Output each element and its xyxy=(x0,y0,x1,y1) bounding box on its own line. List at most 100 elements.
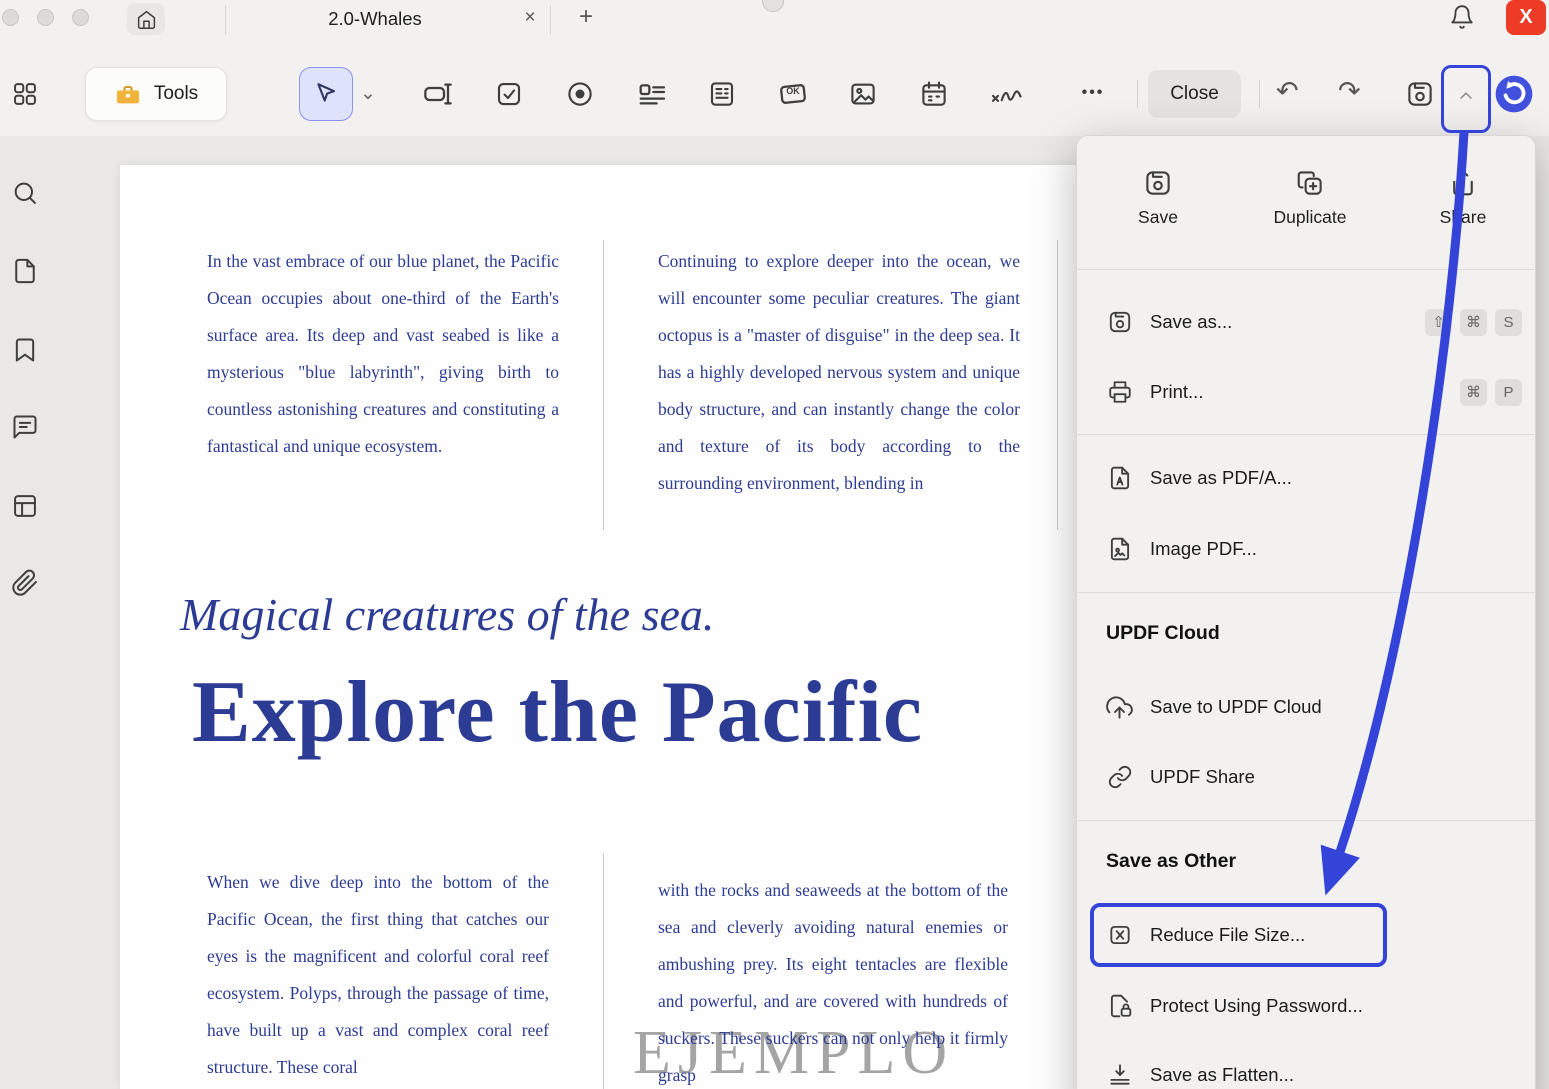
key-p: P xyxy=(1495,379,1522,406)
title-and-toolbar: 2.0-Whales × + X Tools ⌄ xyxy=(0,0,1549,136)
save-button-toolbar[interactable] xyxy=(1405,79,1435,109)
shortcut-keys: ⇧ ⌘ S xyxy=(1425,309,1522,336)
traffic-light-minimize[interactable] xyxy=(37,9,54,26)
home-button[interactable] xyxy=(127,3,165,35)
toolbar-separator xyxy=(1259,80,1260,108)
menu-item-label: Reduce File Size... xyxy=(1150,924,1305,946)
select-tool-chevron-icon[interactable]: ⌄ xyxy=(360,82,376,105)
redo-button[interactable]: ↷ xyxy=(1338,76,1361,107)
document-tab[interactable]: 2.0-Whales xyxy=(250,8,500,30)
column-divider xyxy=(603,240,604,530)
menu-item-save-as-flatten[interactable]: Save as Flatten... xyxy=(1106,1051,1522,1089)
select-tool-button[interactable] xyxy=(299,67,353,121)
traffic-light-close[interactable] xyxy=(2,9,19,26)
radio-tool[interactable] xyxy=(564,78,596,110)
menu-duplicate-label: Duplicate xyxy=(1248,207,1372,228)
apps-grid-icon xyxy=(11,80,39,108)
app-window: In the vast embrace of our blue planet, … xyxy=(0,0,1549,1089)
stamp-tool[interactable]: OK xyxy=(777,78,809,110)
menu-divider xyxy=(1076,820,1536,821)
menu-item-label: UPDF Share xyxy=(1150,766,1255,788)
menu-duplicate-button[interactable]: Duplicate xyxy=(1248,168,1372,228)
reduce-size-icon xyxy=(1106,922,1133,949)
menu-item-reduce-file-size[interactable]: Reduce File Size... xyxy=(1106,911,1522,959)
menu-divider xyxy=(1076,434,1536,435)
checkbox-tool[interactable] xyxy=(493,78,525,110)
image-tool[interactable] xyxy=(847,78,879,110)
menu-item-updf-share[interactable]: UPDF Share xyxy=(1106,753,1522,801)
edit-text-tool[interactable] xyxy=(422,78,454,110)
menu-item-label: Print... xyxy=(1150,381,1203,403)
updf-logo[interactable] xyxy=(1493,73,1535,120)
menu-share-label: Share xyxy=(1401,207,1525,228)
undo-button[interactable]: ↶ xyxy=(1276,76,1299,107)
save-options-expand-button[interactable] xyxy=(1448,74,1484,118)
menu-item-save-as-pdfa[interactable]: Save as PDF/A... xyxy=(1106,454,1522,502)
key-cmd: ⌘ xyxy=(1460,379,1487,406)
doc-paragraph-1: In the vast embrace of our blue planet, … xyxy=(207,243,559,465)
doc-headline: Explore the Pacific xyxy=(192,662,923,763)
sidebar-item-pages[interactable] xyxy=(10,256,40,286)
sidebar-item-attachments[interactable] xyxy=(10,568,40,598)
cloud-upload-icon xyxy=(1106,694,1133,721)
column-divider xyxy=(603,853,604,1089)
menu-item-save-as[interactable]: Save as... ⇧ ⌘ S xyxy=(1106,298,1522,346)
menu-item-save-to-updf-cloud[interactable]: Save to UPDF Cloud xyxy=(1106,683,1522,731)
chevron-up-icon xyxy=(1456,86,1476,106)
camera-dot xyxy=(762,0,784,12)
menu-item-label: Image PDF... xyxy=(1150,538,1257,560)
thumbnail-layout-icon xyxy=(11,492,39,520)
sidebar-item-thumbnails[interactable] xyxy=(10,491,40,521)
menu-item-image-pdf[interactable]: Image PDF... xyxy=(1106,525,1522,573)
sidebar-item-search[interactable] xyxy=(10,178,40,208)
page-icon xyxy=(11,257,39,285)
search-icon xyxy=(11,179,39,207)
reading-mode-tool[interactable] xyxy=(706,78,738,110)
tab-close-icon[interactable]: × xyxy=(518,6,542,30)
signature-tool[interactable] xyxy=(988,78,1028,110)
shortcut-keys: ⌘ P xyxy=(1460,379,1522,406)
traffic-light-zoom[interactable] xyxy=(72,9,89,26)
close-editing-button[interactable]: Close xyxy=(1148,70,1241,118)
menu-item-label: Save as Flatten... xyxy=(1150,1064,1294,1086)
menu-item-print[interactable]: Print... ⌘ P xyxy=(1106,368,1522,416)
menu-save-label: Save xyxy=(1096,207,1220,228)
more-tools-button[interactable]: ••• xyxy=(1070,84,1116,102)
text-field-icon xyxy=(422,78,454,110)
tab-separator xyxy=(550,5,551,35)
duplicate-icon xyxy=(1295,168,1325,198)
comment-tool[interactable] xyxy=(636,78,668,110)
menu-divider xyxy=(1076,592,1536,593)
comment-bubble-icon xyxy=(11,413,39,441)
home-icon xyxy=(136,9,157,30)
tab-separator xyxy=(225,5,226,35)
link-icon xyxy=(1106,764,1133,791)
menu-item-label: Save to UPDF Cloud xyxy=(1150,696,1322,718)
menu-item-label: Save as PDF/A... xyxy=(1150,467,1292,489)
sidebar-item-bookmarks[interactable] xyxy=(10,335,40,365)
menu-item-protect-password[interactable]: Protect Using Password... xyxy=(1106,982,1522,1030)
menu-share-button[interactable]: Share xyxy=(1401,168,1525,228)
sidebar-item-apps[interactable] xyxy=(10,79,40,109)
flatten-icon xyxy=(1106,1062,1133,1089)
bell-icon xyxy=(1449,4,1475,30)
doc-paragraph-2: Continuing to explore deeper into the oc… xyxy=(658,243,1020,502)
sidebar-item-comments[interactable] xyxy=(10,412,40,442)
notifications-button[interactable] xyxy=(1449,4,1475,30)
key-shift: ⇧ xyxy=(1425,309,1452,336)
date-tool[interactable] xyxy=(918,78,950,110)
user-avatar[interactable]: X xyxy=(1506,0,1546,35)
save-as-icon xyxy=(1106,309,1133,336)
tools-button[interactable]: Tools xyxy=(85,67,227,121)
column-divider xyxy=(1057,240,1058,530)
menu-section-updf-cloud: UPDF Cloud xyxy=(1106,622,1220,645)
checkbox-icon xyxy=(494,79,524,109)
note-lines-icon xyxy=(636,78,668,110)
image-icon xyxy=(848,79,878,109)
menu-item-label: Save as... xyxy=(1150,311,1232,333)
paperclip-icon xyxy=(11,569,39,597)
menu-save-button[interactable]: Save xyxy=(1096,168,1220,228)
save-icon xyxy=(1405,79,1435,109)
new-tab-button[interactable]: + xyxy=(573,3,599,31)
pdfa-file-icon xyxy=(1106,465,1133,492)
